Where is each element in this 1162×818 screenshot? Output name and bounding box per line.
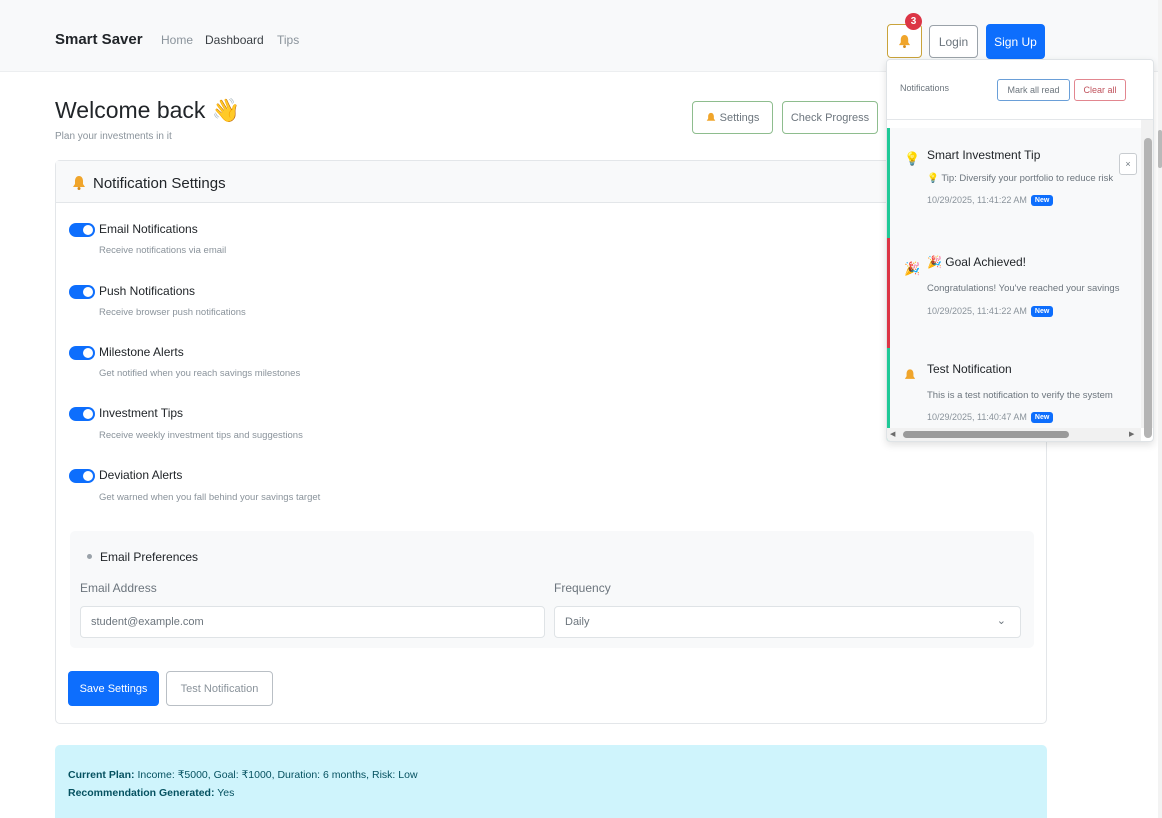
email-preferences-title: Email Preferences: [100, 550, 199, 564]
notification-title: 🎉 Goal Achieved!: [927, 255, 1026, 269]
wave-icon: 👋: [211, 97, 241, 123]
investment-tips-toggle[interactable]: [69, 407, 95, 421]
lightbulb-icon: 💡: [904, 151, 921, 166]
email-field[interactable]: student@example.com: [80, 606, 545, 638]
notification-time: 10/29/2025, 11:40:47 AM New: [927, 412, 1054, 423]
nav-home[interactable]: Home: [161, 33, 193, 47]
setting-desc: Receive notifications via email: [99, 245, 227, 256]
recommendation-line: Recommendation Generated: Yes: [68, 787, 234, 799]
check-progress-button[interactable]: Check Progress: [782, 101, 878, 134]
notification-body-text: Tip: Diversify your portfolio to reduce …: [941, 173, 1114, 184]
welcome-text: Welcome back: [55, 97, 206, 123]
page-title: Welcome back 👋: [55, 97, 240, 124]
frequency-label: Frequency: [554, 581, 611, 595]
frequency-value: Daily: [565, 616, 590, 628]
notification-body: 💡 Tip: Diversify your portfolio to reduc…: [927, 173, 1113, 184]
test-notification-button[interactable]: Test Notification: [166, 671, 273, 706]
notifications-header: Notifications Mark all read Clear all: [887, 60, 1153, 120]
party-icon: 🎉: [904, 261, 921, 276]
settings-button[interactable]: Settings: [692, 101, 773, 134]
setting-title: Investment Tips: [99, 406, 184, 420]
chevron-down-icon: ⌄: [996, 615, 1006, 627]
page-subtitle: Plan your investments in it: [55, 131, 172, 142]
setting-desc: Get warned when you fall behind your sav…: [99, 492, 321, 503]
current-plan-label: Current Plan:: [68, 769, 135, 781]
setting-desc: Receive weekly investment tips and sugge…: [99, 430, 303, 441]
scroll-thumb[interactable]: [903, 431, 1069, 438]
save-settings-button[interactable]: Save Settings: [68, 671, 159, 706]
close-icon[interactable]: ×: [1119, 153, 1137, 175]
push-notifications-toggle[interactable]: [69, 285, 95, 299]
notification-accent: [887, 128, 890, 246]
scroll-thumb[interactable]: [1144, 138, 1152, 438]
lightbulb-icon: 💡: [927, 173, 939, 184]
notification-time: 10/29/2025, 11:41:22 AM New: [927, 306, 1054, 317]
recommendation-label: Recommendation Generated:: [68, 787, 215, 799]
email-address-label: Email Address: [80, 581, 157, 595]
recommendation-text: Yes: [217, 787, 235, 799]
page-scrollbar[interactable]: [1158, 0, 1162, 818]
notifications-title: Notifications: [900, 83, 950, 93]
notification-item[interactable]: 🎉 🎉 Goal Achieved! Congratulations! You'…: [887, 238, 1141, 356]
deviation-alerts-toggle[interactable]: [69, 469, 95, 483]
notification-title-text: Goal Achieved!: [945, 255, 1027, 269]
notification-body: This is a test notification to verify th…: [927, 390, 1113, 401]
new-badge: New: [1030, 306, 1054, 317]
email-preferences-section: Email Preferences Email Address Frequenc…: [70, 531, 1034, 648]
signup-button[interactable]: Sign Up: [986, 24, 1045, 59]
notification-count-badge: 3: [905, 13, 922, 30]
clear-all-button[interactable]: Clear all: [1074, 79, 1126, 101]
frequency-select[interactable]: Daily ⌄: [554, 606, 1021, 638]
plan-info-alert: Current Plan: Income: ₹5000, Goal: ₹1000…: [55, 745, 1047, 818]
notifications-dropdown: Notifications Mark all read Clear all 💡 …: [886, 59, 1154, 442]
notification-body: Congratulations! You've reached your sav…: [927, 283, 1120, 294]
notification-title: Smart Investment Tip: [927, 148, 1041, 162]
setting-title: Deviation Alerts: [99, 468, 183, 482]
nav-tips[interactable]: Tips: [277, 33, 299, 47]
scroll-left-icon[interactable]: ◀: [890, 430, 895, 438]
notification-timestamp: 10/29/2025, 11:41:22 AM: [927, 195, 1027, 205]
notification-timestamp: 10/29/2025, 11:40:47 AM: [927, 412, 1027, 422]
notifications-vertical-scrollbar[interactable]: [1141, 120, 1153, 438]
bell-icon: [898, 34, 911, 48]
setting-title: Push Notifications: [99, 284, 196, 298]
mark-all-read-button[interactable]: Mark all read: [997, 79, 1070, 101]
bullet-icon: [87, 554, 92, 559]
setting-title: Email Notifications: [99, 222, 198, 236]
card-title: Notification Settings: [93, 175, 226, 192]
settings-button-label: Settings: [719, 111, 760, 124]
login-button[interactable]: Login: [929, 25, 978, 58]
scroll-right-icon[interactable]: ▶: [1129, 430, 1134, 438]
notifications-horizontal-scrollbar[interactable]: ◀ ▶: [887, 428, 1141, 441]
email-notifications-toggle[interactable]: [69, 223, 95, 237]
setting-desc: Receive browser push notifications: [99, 307, 246, 318]
milestone-alerts-toggle[interactable]: [69, 346, 95, 360]
setting-desc: Get notified when you reach savings mile…: [99, 368, 301, 379]
notification-timestamp: 10/29/2025, 11:41:22 AM: [927, 306, 1027, 316]
page-scroll-thumb[interactable]: [1158, 130, 1162, 168]
brand-logo[interactable]: Smart Saver: [55, 31, 143, 48]
notification-time: 10/29/2025, 11:41:22 AM New: [927, 195, 1054, 206]
notification-accent: [887, 238, 890, 356]
current-plan-line: Current Plan: Income: ₹5000, Goal: ₹1000…: [68, 769, 418, 781]
notification-title: Test Notification: [927, 362, 1012, 376]
setting-title: Milestone Alerts: [99, 345, 184, 359]
bell-icon: [73, 176, 85, 190]
new-badge: New: [1030, 412, 1054, 423]
new-badge: New: [1030, 195, 1054, 206]
bell-icon: [706, 112, 715, 121]
current-plan-text: Income: ₹5000, Goal: ₹1000, Duration: 6 …: [137, 769, 418, 781]
notification-item[interactable]: 💡 Smart Investment Tip 💡 Tip: Diversify …: [887, 128, 1141, 246]
bell-icon: [904, 369, 916, 379]
party-icon: 🎉: [927, 255, 942, 269]
nav-dashboard[interactable]: Dashboard: [205, 33, 264, 47]
